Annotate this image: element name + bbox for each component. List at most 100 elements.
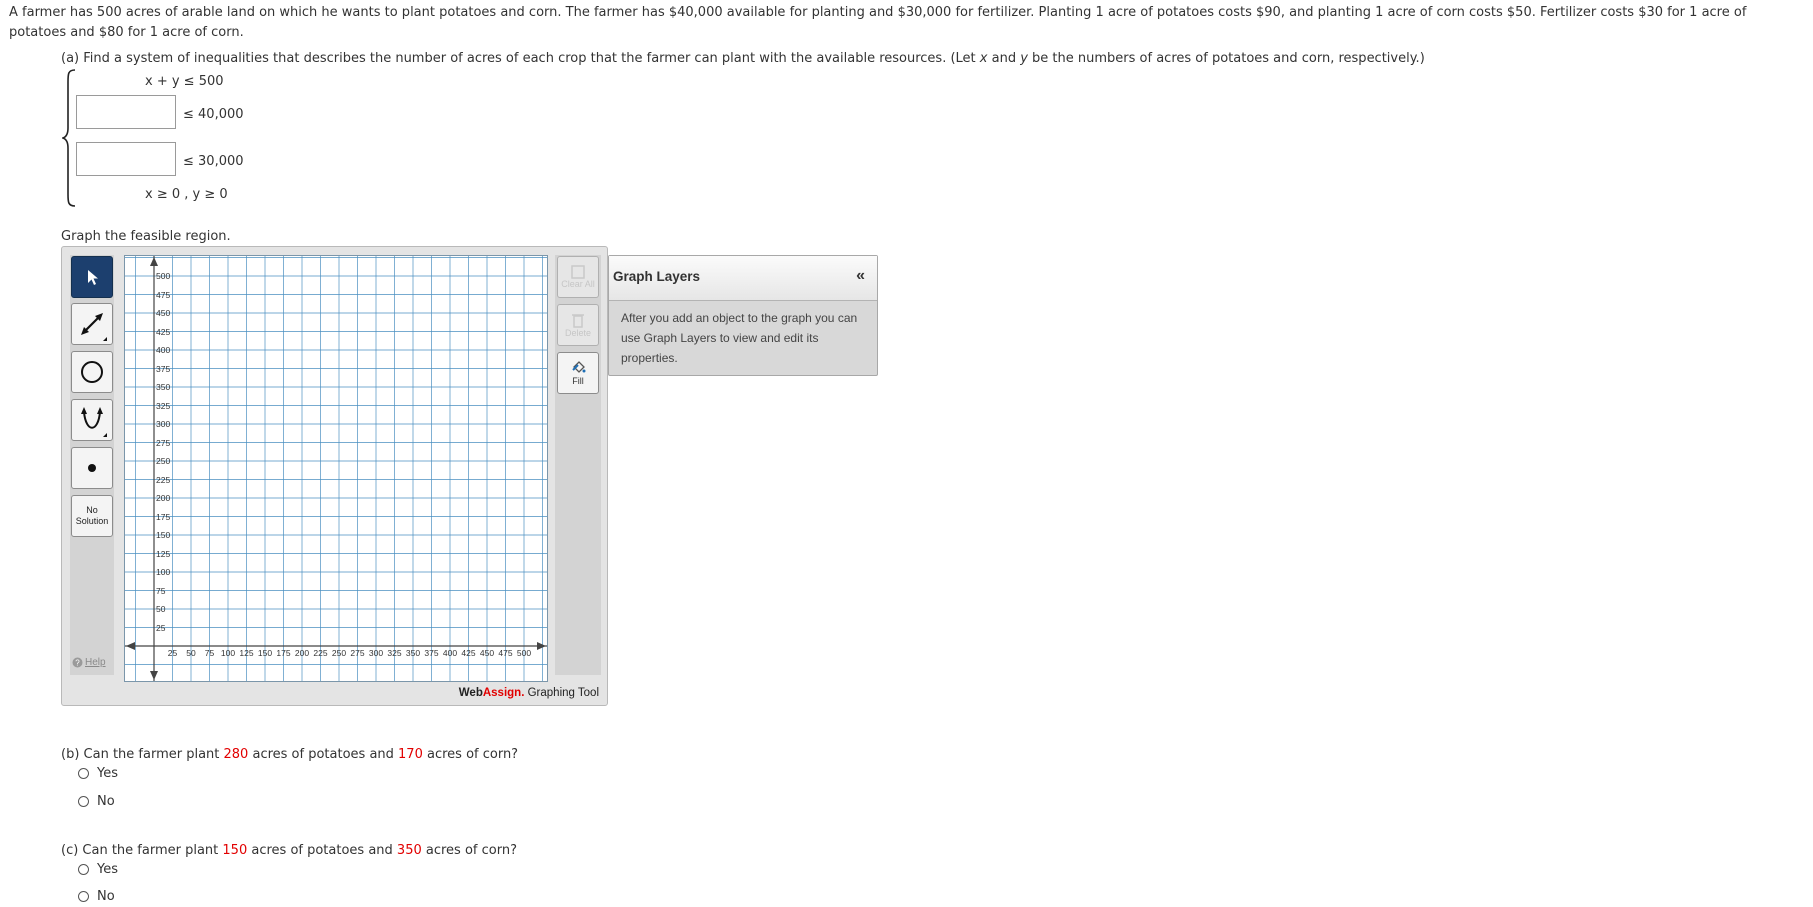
part-c-text-2: acres of potatoes and: [247, 843, 397, 858]
y-tick-label: 375: [156, 363, 171, 374]
y-tick-label: 400: [156, 345, 171, 355]
y-tick-label: 200: [156, 493, 171, 503]
problem-statement: A farmer has 500 acres of arable land on…: [9, 5, 1747, 40]
brand-tool: Graphing Tool: [524, 687, 599, 699]
part-c-yes-label[interactable]: Yes: [97, 862, 118, 877]
part-c-corn-acres: 350: [396, 843, 422, 858]
graph-prompt: Graph the feasible region.: [61, 229, 231, 244]
y-axis-arrow-up: [150, 257, 158, 266]
webassign-brand: WebAssign. Graphing Tool: [459, 687, 599, 699]
x-axis-arrow-left: [126, 642, 135, 650]
x-tick-label: 75: [204, 648, 215, 658]
y-tick-label: 175: [156, 511, 171, 522]
y-tick-label: 300: [156, 419, 171, 429]
no-solution-line1: No: [86, 505, 98, 515]
line-segment-icon: [81, 313, 107, 341]
paint-bucket-icon: [572, 361, 586, 373]
var-y: y: [1020, 51, 1028, 66]
delete-button[interactable]: Delete: [557, 304, 599, 346]
part-a-prompt-end: be the numbers of acres of potatoes and …: [1027, 51, 1425, 66]
part-c-potato-acres: 150: [222, 843, 248, 858]
y-tick-label: 150: [156, 530, 171, 540]
y-tick-label: 50: [156, 604, 166, 614]
y-tick-label: 275: [156, 437, 171, 448]
x-tick-label: 25: [167, 648, 178, 658]
y-tick-label: 75: [156, 585, 166, 596]
no-solution-line2: Solution: [75, 516, 109, 526]
part-b-yes-radio[interactable]: [78, 768, 89, 779]
point-tool-button[interactable]: [71, 447, 113, 489]
graph-layers-info: After you add an object to the graph you…: [621, 311, 858, 365]
y-tick-label: 425: [156, 326, 171, 337]
part-c-text-1: (c) Can the farmer plant: [61, 843, 223, 858]
x-tick-label: 325: [387, 648, 402, 658]
graph-layers-header: Graph Layers «: [609, 256, 877, 301]
y-tick-label: 250: [156, 456, 171, 466]
part-c-text-3: acres of corn?: [421, 843, 517, 858]
planting-inequality-input[interactable]: [76, 95, 176, 129]
fill-label: Fill: [572, 376, 584, 386]
x-tick-label: 375: [424, 648, 439, 658]
y-tick-label: 225: [156, 474, 171, 485]
x-tick-label: 125: [239, 648, 254, 658]
part-c-question: (c) Can the farmer plant 150 acres of po…: [61, 843, 517, 858]
graph-canvas[interactable]: 500 475 450 425 400 375 350 325 300 275 250 225 200 1…: [124, 255, 548, 682]
y-axis-arrow-down: [150, 671, 158, 680]
x-tick-label: 175: [276, 648, 291, 658]
circle-icon: [81, 361, 103, 383]
x-tick-label: 200: [294, 648, 310, 658]
clear-icon: [571, 265, 585, 279]
clear-all-button[interactable]: Clear All: [557, 256, 599, 298]
y-tick-label: 100: [156, 567, 171, 577]
part-a-prompt: (a) Find a system of inequalities that d…: [61, 51, 1425, 66]
x-tick-label: 425: [461, 648, 476, 658]
y-tick-label: 125: [156, 548, 171, 559]
part-b-text-3: acres of corn?: [422, 747, 519, 762]
brand-web: Web: [458, 687, 483, 699]
collapse-layers-button[interactable]: «: [856, 267, 865, 285]
help-link[interactable]: ? Help: [72, 657, 106, 668]
part-a-prompt-start: (a) Find a system of inequalities that d…: [61, 51, 980, 66]
no-solution-button[interactable]: No Solution: [71, 495, 113, 537]
x-tick-label: 50: [186, 648, 196, 658]
part-c-no-label[interactable]: No: [97, 889, 115, 904]
fertilizer-inequality-input[interactable]: [76, 142, 176, 176]
fill-button[interactable]: Fill: [557, 352, 599, 394]
part-b-no-label[interactable]: No: [97, 794, 115, 809]
part-c-yes-radio[interactable]: [78, 864, 89, 875]
clear-all-label: Clear All: [561, 279, 595, 289]
coordinate-grid: [125, 256, 547, 681]
x-axis-arrow-right: [537, 642, 546, 650]
part-b-question: (b) Can the farmer plant 280 acres of po…: [61, 747, 518, 762]
line-tool-button[interactable]: [71, 303, 113, 345]
x-tick-label: 475: [498, 648, 513, 658]
point-icon: [88, 464, 96, 472]
arrow-cursor-icon: [88, 270, 98, 285]
part-a-prompt-mid: and: [987, 51, 1021, 66]
y-tick-label: 450: [156, 308, 171, 318]
y-tick-label: 475: [156, 289, 171, 300]
x-tick-label: 150: [257, 648, 273, 658]
part-c-no-radio[interactable]: [78, 891, 89, 902]
delete-label: Delete: [564, 328, 591, 338]
graphing-tool: No Solution ? Help 500 475 450 425 400 375 350…: [61, 246, 608, 706]
part-b-no-radio[interactable]: [78, 796, 89, 807]
part-b-potato-acres: 280: [223, 747, 249, 762]
part-b-corn-acres: 170: [398, 747, 423, 762]
x-tick-label: 300: [368, 648, 384, 658]
help-label: Help: [85, 657, 106, 668]
system-brace: [62, 69, 76, 207]
part-b-text-1: (b) Can the farmer plant: [61, 747, 224, 762]
y-tick-label: 500: [156, 271, 171, 281]
part-b-yes-label[interactable]: Yes: [97, 766, 118, 781]
part-b-text-2: acres of potatoes and: [248, 747, 399, 762]
svg-text:?: ?: [75, 659, 80, 668]
graph-layers-title: Graph Layers: [613, 269, 701, 284]
y-tick-label: 325: [156, 400, 171, 411]
pointer-tool-button[interactable]: [71, 256, 113, 298]
trash-icon: [572, 314, 584, 328]
graph-layers-panel: Graph Layers « After you add an object t…: [608, 255, 878, 376]
x-tick-label: 100: [220, 648, 236, 658]
parabola-tool-button[interactable]: [71, 399, 113, 441]
circle-tool-button[interactable]: [71, 351, 113, 393]
